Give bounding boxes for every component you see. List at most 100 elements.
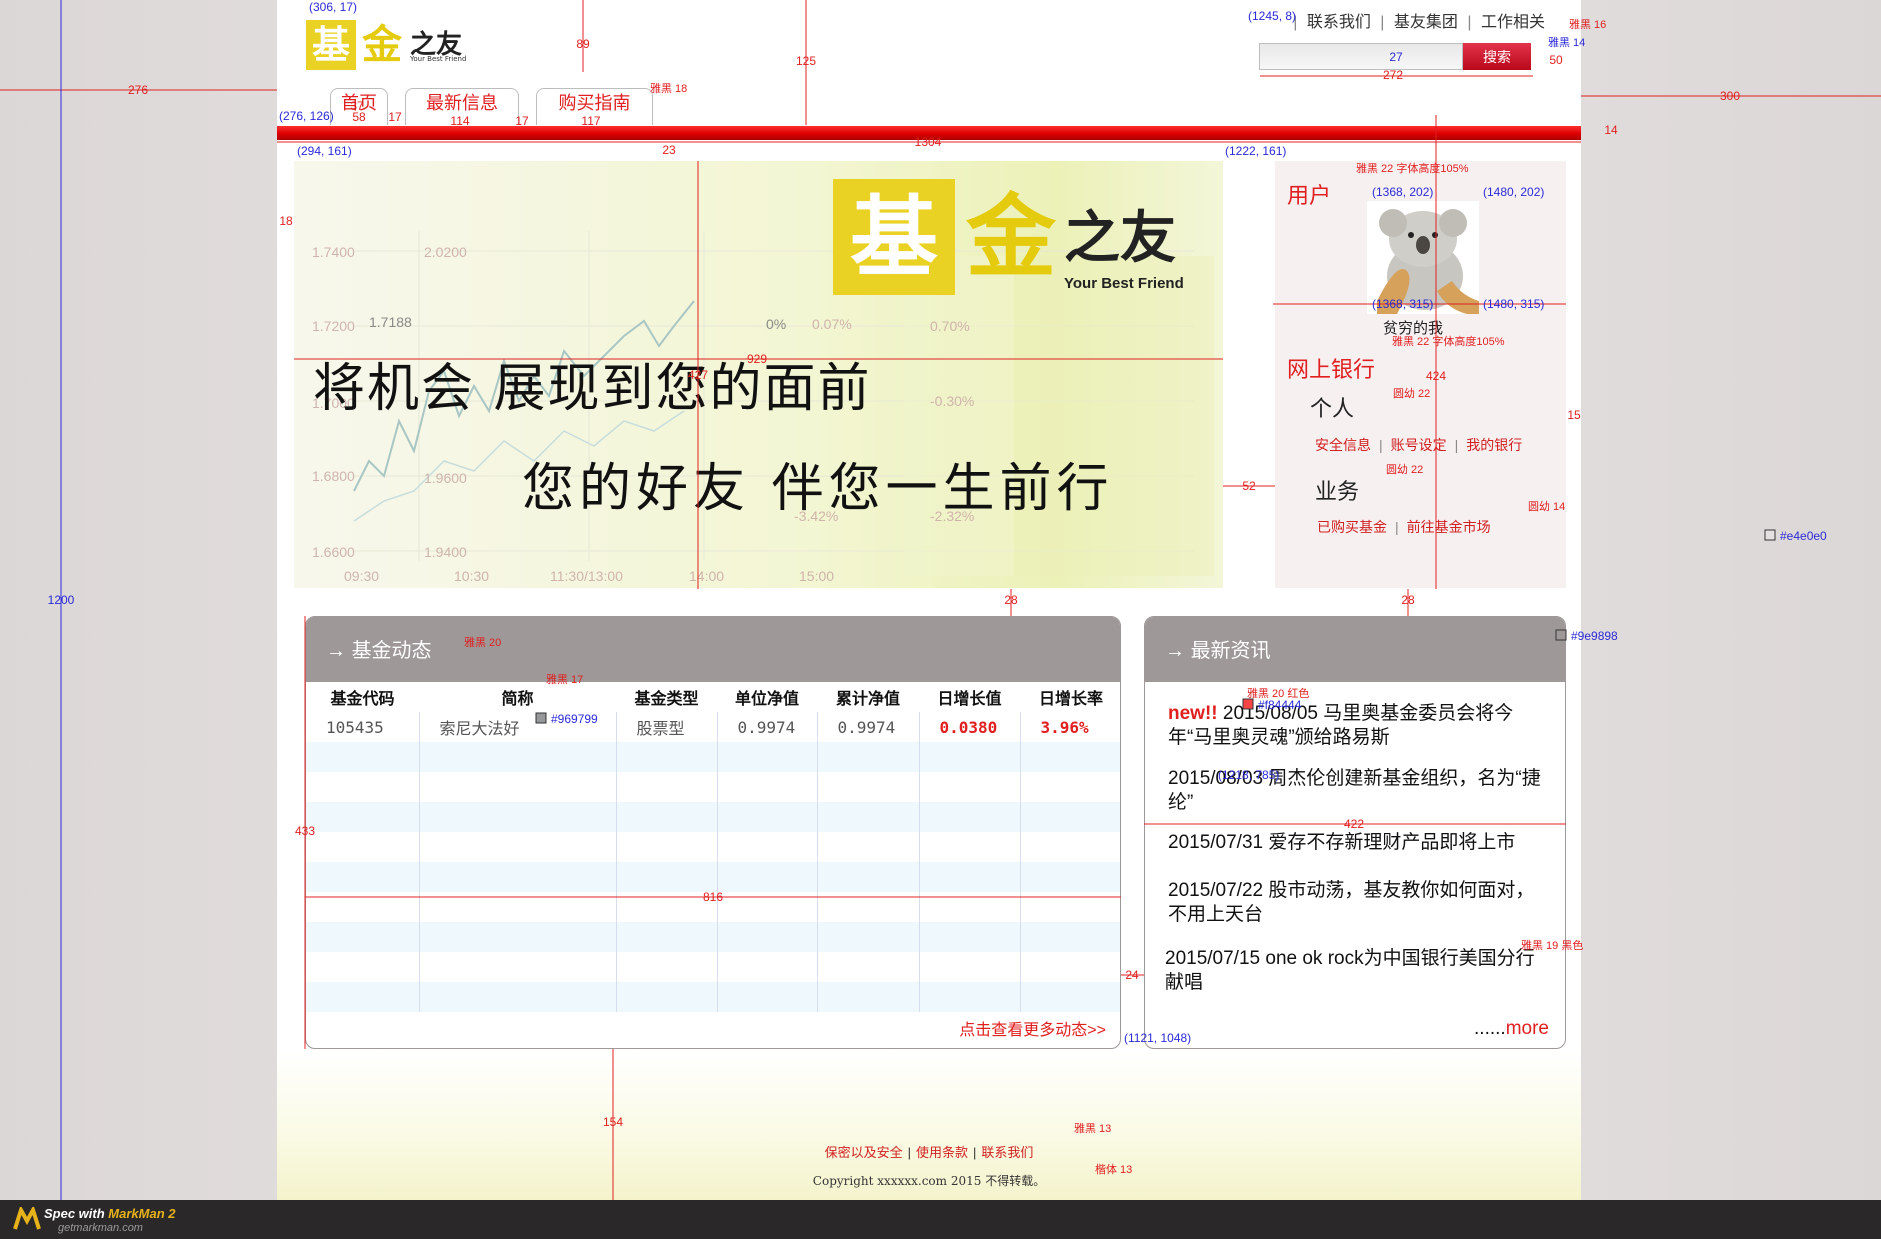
cell-daily-rate: 3.96% [1019,712,1120,742]
col-header: 累计净值 [835,691,900,708]
nav-tab-latest[interactable]: 最新信息 [405,88,519,125]
cell-code: 105435 [326,717,384,737]
chart-tick: 2.0200 [424,244,467,260]
cell-unit-nav: 0.9974 [716,712,817,742]
site-logo[interactable]: 基 金 之友 Your Best Friend [306,20,467,70]
link-account-settings[interactable]: 账号设定 [1391,437,1447,453]
spec-size: 276 [128,83,148,97]
chart-tick: 09:30 [344,568,379,584]
banner-logo-gold-char: 金 [966,184,1056,290]
table-header-row: 基金代码 简称 基金类型 单位净值 累计净值 日增长值 日增长率 [306,682,1120,712]
table-row [306,802,1120,832]
chart-tick: 1.7188 [369,314,412,330]
logo-mark: 基 [306,20,356,70]
link-security-info[interactable]: 安全信息 [1315,437,1371,453]
table-row [306,772,1120,802]
chart-tick: 0.70% [930,318,970,334]
top-link-work[interactable]: 工作相关 [1481,14,1545,31]
chart-tick: 11:30/13:00 [550,568,623,584]
news-more-link[interactable]: ......more [1474,1018,1549,1040]
footer-links: 保密以及安全 | 使用条款 | 联系我们 [824,1145,1034,1160]
news-box-title: 最新资讯 [1190,640,1271,662]
spec-size: 300 [1720,89,1740,103]
business-heading: 业务 [1315,480,1360,505]
footer-link-contact[interactable]: 联系我们 [981,1145,1033,1160]
banner-logo-mark: 基 [833,179,955,295]
news-item[interactable]: 2015/07/15 one ok rock为中国银行美国分行献唱 [1165,947,1550,995]
markman-url: getmarkman.com [58,1222,143,1234]
top-link-contact[interactable]: 联系我们 [1307,14,1371,31]
avatar[interactable] [1367,201,1479,314]
table-row [306,892,1120,922]
top-link-group[interactable]: 基友集团 [1394,14,1458,31]
logo-tagline: Your Best Friend [410,55,467,63]
cell-cum-nav: 0.9974 [816,712,919,742]
nav-tab-home[interactable]: 首页 [330,88,388,125]
top-links: | 联系我们 | 基友集团 | 工作相关 [1293,14,1545,31]
table-row [306,952,1120,982]
online-bank-title: 网上银行 [1287,357,1376,382]
news-item[interactable]: 2015/08/03 周杰伦创建新基金组织，名为“捷纶” [1168,767,1553,815]
table-row [306,832,1120,862]
chart-tick: 1.7400 [312,244,355,260]
news-box-header: → 最新资讯 [1145,617,1565,682]
link-my-bank[interactable]: 我的银行 [1466,437,1522,453]
markman-brand: MarkMan 2 [108,1206,176,1221]
personal-links: 安全信息 | 账号设定 | 我的银行 [1315,437,1523,453]
table-row[interactable]: 105435 索尼大法好 股票型 0.9974 0.9974 0.0380 3.… [306,712,1120,742]
spec-size: 14 [1604,123,1618,137]
banner-logo-tagline: Your Best Friend [1064,275,1184,292]
arrow-right-icon: → [326,640,346,662]
arrow-right-icon: → [1165,640,1185,662]
footer-link-privacy[interactable]: 保密以及安全 [825,1145,903,1160]
nav-tab-guide[interactable]: 购买指南 [536,88,653,125]
news-item[interactable]: 2015/07/31 爱存不存新理财产品即将上市 [1168,831,1553,855]
chart-tick: 1.7200 [312,318,355,334]
fund-box-header: → 基金动态 [306,617,1120,682]
table-row [306,862,1120,892]
col-header: 单位净值 [734,691,799,708]
banner-logo: 基 金 之友 Your Best Friend [833,179,1193,297]
banner-slogan-2: 您的好友 伴您一生前行 [522,459,1114,519]
user-title: 用户 [1287,183,1332,208]
markman-bar: Spec with MarkMan 2 getmarkman.com [0,1200,1881,1239]
chart-tick: 1.6600 [312,544,355,560]
cell-daily-change: 0.0380 [918,712,1020,742]
koala-avatar-icon [1377,209,1479,314]
banner-logo-text: 之友 [1064,205,1176,271]
news-item[interactable]: new!! 2015/08/05 马里奥基金委员会将今年“马里奥灵魂”颁给路易斯 [1168,702,1553,750]
new-badge: new!! [1168,703,1218,724]
markman-label: Spec with MarkMan 2 [44,1206,176,1221]
col-header: 基金代码 [330,691,395,708]
chart-tick: -0.30% [930,393,974,409]
fund-table: 基金代码 简称 基金类型 单位净值 累计净值 日增长值 日增长率 105435 … [306,682,1120,1012]
link-purchased-funds[interactable]: 已购买基金 [1317,519,1387,535]
markman-logo-icon [13,1207,41,1230]
personal-heading: 个人 [1310,397,1355,422]
spec-color: #e4e0e0 [1780,529,1827,543]
chart-tick: 1.9400 [424,544,467,560]
chart-tick: 14:00 [689,568,724,584]
col-header: 日增长率 [1038,691,1103,708]
col-header: 日增长值 [937,691,1002,708]
news-text: 2015/08/05 马里奥基金委员会将今年“马里奥灵魂”颁给路易斯 [1168,703,1514,748]
fund-more-link[interactable]: 点击查看更多动态>> [959,1016,1106,1040]
news-item[interactable]: 2015/07/22 股市动荡，基友教你如何面对，不用上天台 [1168,879,1553,927]
table-row [306,982,1120,1012]
search-input[interactable] [1259,43,1463,70]
link-fund-market[interactable]: 前往基金市场 [1407,519,1491,535]
col-header: 基金类型 [634,691,699,708]
search-button[interactable]: 搜索 [1463,43,1531,70]
news-more-dots: ...... [1474,1018,1506,1039]
copyright: Copyright xxxxxx.com 2015 不得转载。 [812,1174,1046,1188]
chart-tick: 1.9600 [424,470,467,486]
chart-tick: 0% [766,316,786,332]
chart-tick: 10:30 [454,568,489,584]
spec-size: 1200 [48,593,75,607]
cell-name: 索尼大法好 [418,712,616,742]
footer-link-terms[interactable]: 使用条款 [916,1145,968,1160]
chart-tick: 0.07% [812,316,852,332]
table-row [306,922,1120,952]
business-links: 已购买基金 | 前往基金市场 [1317,519,1491,535]
chart-tick: 15:00 [799,568,834,584]
